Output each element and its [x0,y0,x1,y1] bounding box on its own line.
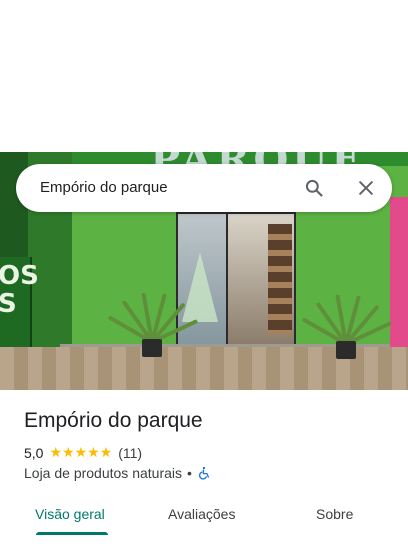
search-bar[interactable]: Empório do parque [16,164,392,212]
rating-row[interactable]: 5,0 ★★★★★ (11) [24,444,142,461]
review-count[interactable]: (11) [118,445,142,461]
photo-pink-wall [390,197,408,352]
photo-side-sign-text: OS S [0,261,39,319]
place-title: Empório do parque [24,409,203,432]
photo-right-plant [301,284,393,346]
active-tab-indicator [36,532,108,535]
photo-shelf [268,224,292,334]
photo-left-plant [107,282,199,344]
search-icon[interactable] [304,178,324,198]
photo-right-pot [336,341,356,359]
tab-about[interactable]: Sobre [316,506,353,522]
separator-dot: • [187,465,192,481]
category-row: Loja de produtos naturais • [24,465,211,481]
tab-overview[interactable]: Visão geral [35,506,105,522]
wheelchair-icon [198,466,209,480]
rating-value: 5,0 [24,444,44,461]
search-input[interactable]: Empório do parque [40,179,168,196]
star-rating-icon: ★★★★★ [49,444,113,460]
photo-left-pot [142,339,162,357]
tab-reviews[interactable]: Avaliações [168,506,235,522]
place-tabs: Visão geral Avaliações Sobre [0,496,408,536]
place-category: Loja de produtos naturais [24,465,182,481]
close-icon[interactable] [356,178,376,198]
map-blank-area [0,0,408,152]
